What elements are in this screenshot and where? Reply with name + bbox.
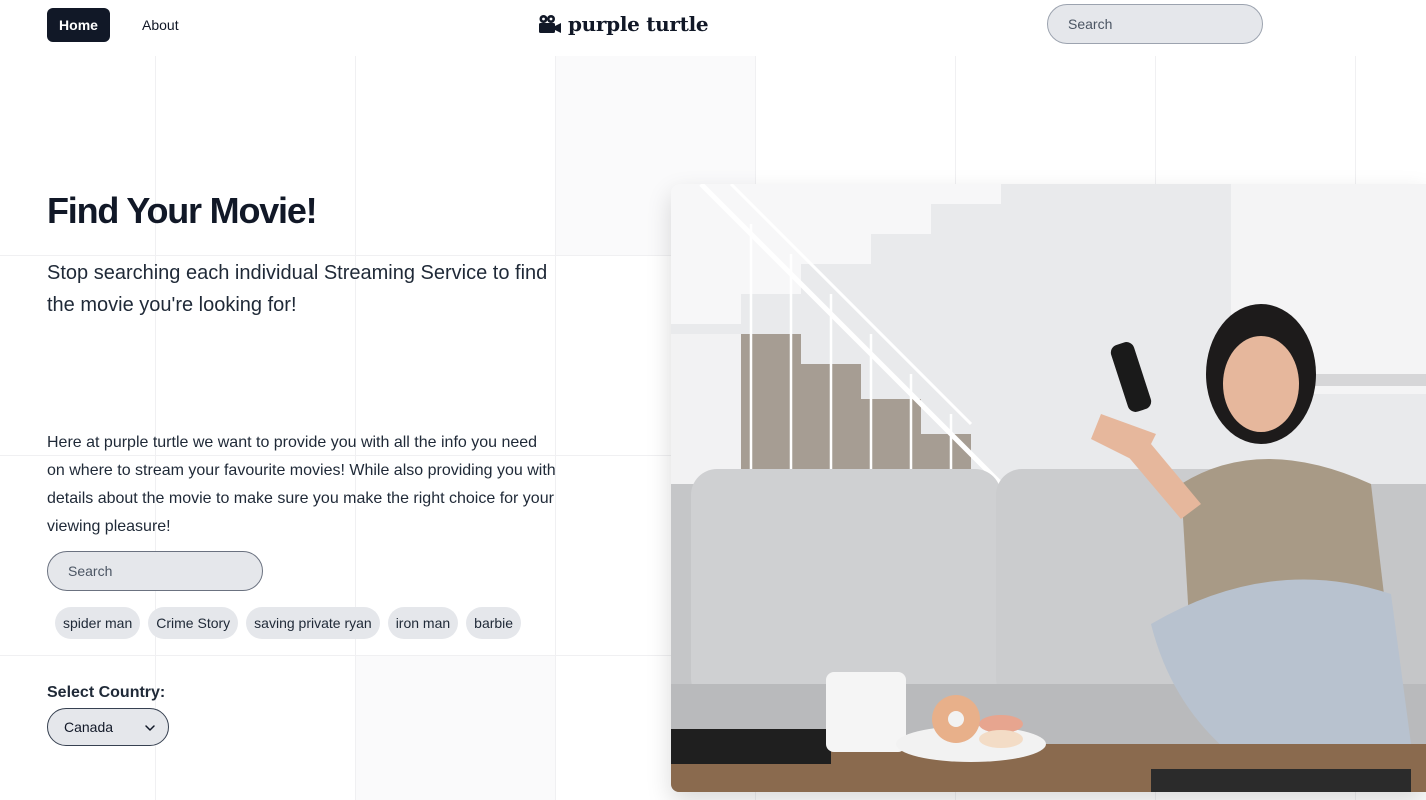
- hero-image: [671, 184, 1426, 792]
- page: Home About purple turtle Search Find You…: [0, 0, 1426, 800]
- brand-logo[interactable]: purple turtle: [538, 10, 709, 38]
- movie-search-placeholder: Search: [68, 563, 113, 579]
- chevron-down-icon: [144, 721, 156, 733]
- suggestion-chip[interactable]: barbie: [466, 607, 522, 639]
- suggestion-chips: spider man Crime Story saving private ry…: [55, 607, 522, 639]
- suggestion-chip[interactable]: iron man: [387, 607, 459, 639]
- movie-camera-icon: [538, 14, 562, 34]
- suggestion-chip[interactable]: spider man: [55, 607, 141, 639]
- movie-search-input[interactable]: Search: [47, 551, 263, 591]
- hero-description: Here at purple turtle we want to provide…: [47, 434, 556, 535]
- suggestion-chip[interactable]: saving private ryan: [246, 607, 380, 639]
- suggestion-chip[interactable]: Crime Story: [148, 607, 239, 639]
- nav-about-link[interactable]: About: [128, 8, 193, 42]
- country-select-value: Canada: [64, 719, 114, 735]
- top-navigation: Home About purple turtle Search: [0, 0, 1426, 56]
- country-select-label: Select Country:: [47, 684, 166, 701]
- country-select[interactable]: Canada: [47, 708, 169, 746]
- page-title: Find Your Movie!: [47, 190, 318, 231]
- header-search-placeholder: Search: [1068, 16, 1113, 32]
- header-search-input[interactable]: Search: [1047, 4, 1263, 44]
- brand-name: purple turtle: [568, 12, 709, 36]
- hero-subtitle: Stop searching each individual Streaming…: [47, 262, 548, 316]
- nav-home-button[interactable]: Home: [47, 8, 110, 42]
